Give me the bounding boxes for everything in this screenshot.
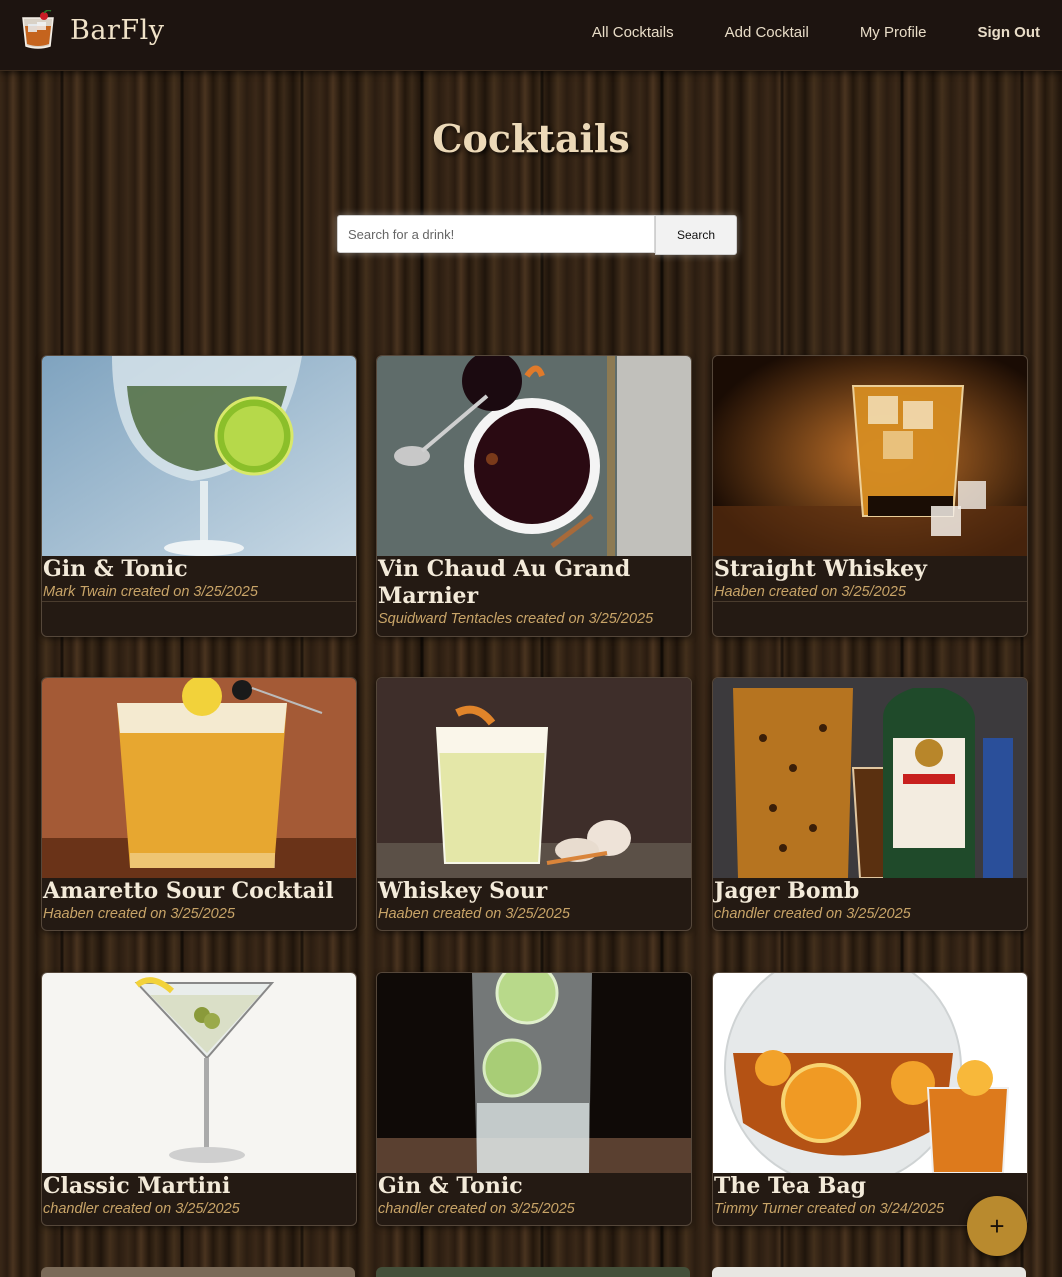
search-input[interactable] [337, 215, 655, 253]
cocktail-name[interactable]: Classic Martini [42, 1173, 356, 1200]
nav-all-cocktails[interactable]: All Cocktails [592, 24, 674, 41]
cocktail-card[interactable]: Whiskey Sour Haaben created on 3/25/2025 [376, 677, 692, 931]
cocktail-name[interactable]: Amaretto Sour Cocktail [42, 878, 356, 905]
cocktail-name[interactable]: Gin & Tonic [42, 556, 356, 583]
cocktail-image [713, 973, 1027, 1173]
search-bar: Search [337, 215, 737, 255]
cocktail-card[interactable]: Classic Martini chandler created on 3/25… [41, 972, 357, 1226]
cocktail-image [42, 973, 356, 1173]
page-title: Cocktails [432, 116, 630, 161]
cocktail-meta: Mark Twain created on 3/25/2025 [42, 583, 356, 602]
cocktail-card[interactable]: Jager Bomb chandler created on 3/25/2025 [712, 677, 1028, 931]
cocktail-image [42, 678, 356, 878]
cocktail-meta: Squidward Tentacles created on 3/25/2025 [378, 611, 654, 627]
cocktail-image [377, 356, 691, 556]
cocktail-name[interactable]: Whiskey Sour [377, 878, 691, 905]
nav-my-profile[interactable]: My Profile [860, 24, 927, 41]
cocktail-card[interactable]: Vin Chaud Au Grand Marnier Squidward Ten… [376, 355, 692, 637]
cocktail-meta: chandler created on 3/25/2025 [43, 1201, 240, 1217]
nav-add-cocktail[interactable]: Add Cocktail [725, 24, 809, 41]
cocktail-image [377, 973, 691, 1173]
cocktail-card-partial[interactable] [376, 1267, 690, 1277]
brand-name: BarFly [70, 14, 165, 46]
cocktail-card[interactable]: Straight Whiskey Haaben created on 3/25/… [712, 355, 1028, 637]
cocktail-name[interactable]: Jager Bomb [713, 878, 1027, 905]
cocktail-meta: Haaben created on 3/25/2025 [378, 906, 570, 922]
cocktail-meta: chandler created on 3/25/2025 [378, 1201, 575, 1217]
cocktail-meta: Haaben created on 3/25/2025 [713, 583, 1027, 602]
cocktail-image [713, 356, 1027, 556]
cocktail-name[interactable]: Gin & Tonic [377, 1173, 691, 1200]
search-button[interactable]: Search [655, 215, 737, 255]
add-cocktail-fab[interactable]: + [967, 1196, 1027, 1256]
cocktail-name[interactable]: Vin Chaud Au Grand Marnier [377, 556, 691, 610]
plus-icon: + [989, 1210, 1005, 1241]
brand[interactable]: BarFly [20, 9, 165, 50]
cocktail-name[interactable]: The Tea Bag [713, 1173, 1027, 1200]
cocktail-image [713, 678, 1027, 878]
cocktail-name[interactable]: Straight Whiskey [713, 556, 1027, 583]
cocktail-card[interactable]: The Tea Bag Timmy Turner created on 3/24… [712, 972, 1028, 1226]
cocktail-card[interactable]: Gin & Tonic Mark Twain created on 3/25/2… [41, 355, 357, 637]
cocktail-image [377, 678, 691, 878]
top-navbar: BarFly All Cocktails Add Cocktail My Pro… [0, 0, 1062, 71]
cocktail-image [42, 356, 356, 556]
cocktail-meta: chandler created on 3/25/2025 [714, 906, 911, 922]
cocktail-card-partial[interactable] [41, 1267, 355, 1277]
nav-links: All Cocktails Add Cocktail My Profile Si… [541, 24, 1040, 41]
cocktail-card-partial[interactable] [712, 1267, 1026, 1277]
whiskey-glass-logo-icon [20, 9, 56, 50]
cocktail-card[interactable]: Amaretto Sour Cocktail Haaben created on… [41, 677, 357, 931]
cocktail-meta: Haaben created on 3/25/2025 [43, 906, 235, 922]
cocktail-card[interactable]: Gin & Tonic chandler created on 3/25/202… [376, 972, 692, 1226]
nav-sign-out[interactable]: Sign Out [978, 24, 1041, 41]
